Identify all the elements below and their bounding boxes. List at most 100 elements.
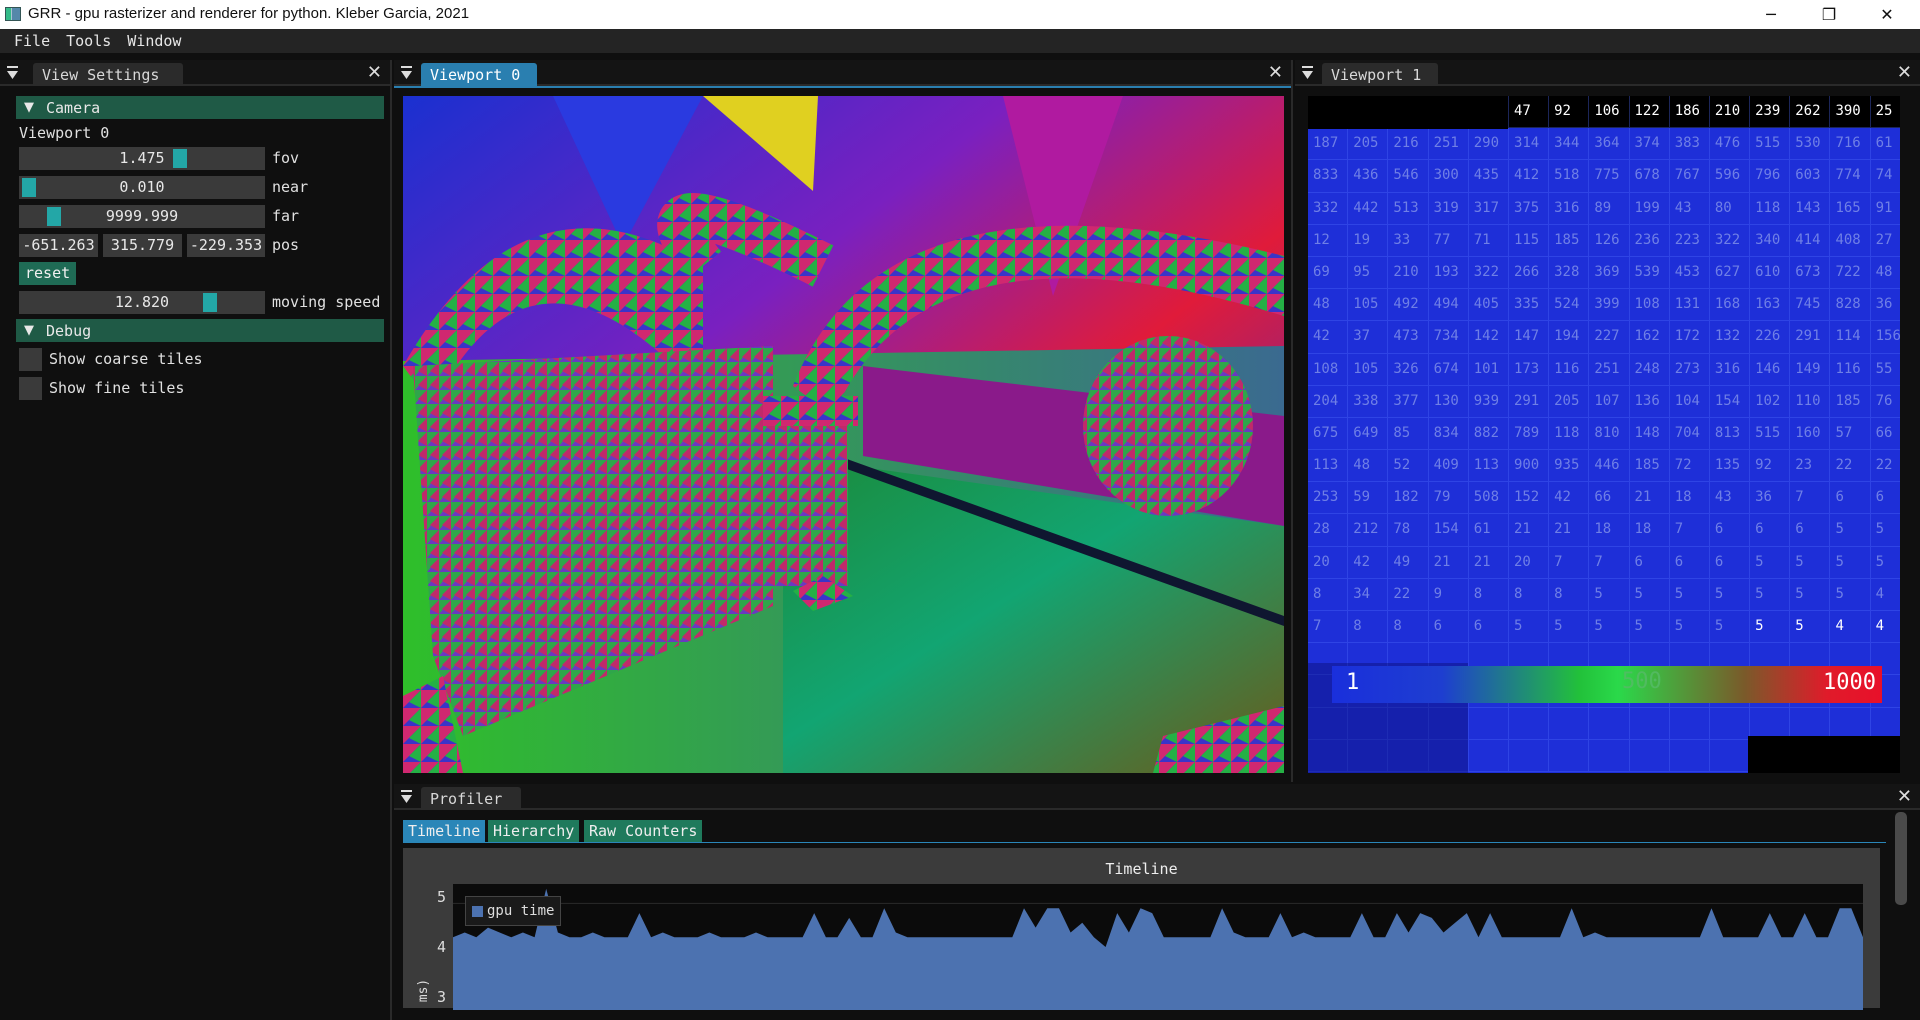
timeline-plot-area[interactable]: gpu time bbox=[453, 884, 1863, 1010]
minimize-button[interactable]: ─ bbox=[1742, 0, 1800, 29]
heat-cell: 136 bbox=[1629, 385, 1670, 418]
heat-cell: 7 bbox=[1790, 482, 1831, 515]
viewport1-heatmap[interactable]: 47 92 106 122 186 210 239 262 390 25 187 205 216 251 2… bbox=[1308, 96, 1900, 773]
heat-cell: 212 bbox=[1348, 514, 1389, 547]
near-slider[interactable]: 0.010 bbox=[19, 176, 265, 199]
pos-x-field[interactable]: -651.263 bbox=[19, 234, 98, 257]
heat-cell: 108 bbox=[1308, 353, 1349, 386]
heat-cell: 374 bbox=[1629, 128, 1670, 161]
show-fine-checkbox[interactable] bbox=[19, 377, 42, 400]
heat-cell: 18 bbox=[1629, 514, 1670, 547]
heat-cell: 322 bbox=[1709, 224, 1751, 257]
moving-speed-slider[interactable]: 12.820 bbox=[19, 291, 265, 314]
slider-grab[interactable] bbox=[173, 149, 187, 168]
reset-button[interactable]: reset bbox=[19, 262, 77, 285]
tab-viewport1[interactable]: Viewport 1 bbox=[1322, 63, 1438, 86]
panel-menu-icon[interactable] bbox=[401, 790, 412, 804]
close-icon[interactable]: ✕ bbox=[1897, 62, 1912, 83]
menu-file[interactable]: File bbox=[14, 32, 50, 50]
heat-cell: 5 bbox=[1790, 546, 1831, 579]
heat-cell: 154 bbox=[1709, 385, 1751, 418]
heat-cell: 42 bbox=[1549, 482, 1590, 515]
slider-grab[interactable] bbox=[47, 207, 61, 226]
panel-menu-icon[interactable] bbox=[7, 66, 18, 80]
pos-y-field[interactable]: 315.779 bbox=[103, 234, 182, 257]
scene-render-image bbox=[403, 96, 1284, 773]
heat-cell bbox=[1629, 707, 1670, 740]
panel-menu-icon[interactable] bbox=[1302, 66, 1313, 80]
heat-cell: 6 bbox=[1468, 611, 1509, 644]
view-settings-header: View Settings ✕ bbox=[0, 60, 390, 86]
close-icon[interactable]: ✕ bbox=[367, 62, 382, 83]
heat-cell: 154 bbox=[1428, 514, 1469, 547]
fov-slider[interactable]: 1.475 bbox=[19, 147, 265, 170]
close-icon[interactable]: ✕ bbox=[1897, 786, 1912, 807]
far-label: far bbox=[272, 207, 300, 225]
y-tick-3: 3 bbox=[437, 988, 447, 1006]
heat-cell bbox=[1709, 707, 1751, 740]
viewport0-render[interactable] bbox=[403, 96, 1284, 773]
heat-cell: 5 bbox=[1589, 578, 1630, 611]
tab-profiler[interactable]: Profiler bbox=[421, 787, 521, 810]
heat-cell: 328 bbox=[1549, 256, 1590, 290]
heat-cell: 105 bbox=[1348, 289, 1389, 322]
view-settings-panel: View Settings ✕ bbox=[0, 60, 392, 1020]
heat-header-cell: 390 bbox=[1830, 96, 1871, 129]
tab-hierarchy[interactable]: Hierarchy bbox=[488, 820, 580, 842]
heat-cell bbox=[1508, 707, 1550, 740]
camera-section-header[interactable]: ▼ Camera bbox=[16, 96, 384, 119]
show-coarse-checkbox[interactable] bbox=[19, 348, 42, 371]
maximize-button[interactable]: ❐ bbox=[1800, 0, 1858, 29]
profiler-scrollbar[interactable] bbox=[1895, 812, 1907, 905]
heat-cell: 326 bbox=[1388, 353, 1429, 386]
heat-cell: 546 bbox=[1388, 160, 1429, 193]
heat-cell: 408 bbox=[1830, 224, 1871, 257]
panel-menu-icon[interactable] bbox=[401, 66, 412, 80]
heat-cell: 74 bbox=[1870, 160, 1900, 193]
heat-cell: 596 bbox=[1709, 160, 1751, 193]
heat-cell bbox=[1669, 707, 1710, 740]
heat-cell: 21 bbox=[1508, 514, 1550, 547]
menu-window[interactable]: Window bbox=[127, 32, 181, 50]
heat-cell: 20 bbox=[1308, 546, 1349, 579]
heat-cell: 5 bbox=[1750, 578, 1791, 611]
heat-cell: 248 bbox=[1629, 353, 1670, 386]
heat-cell: 4 bbox=[1870, 579, 1900, 611]
heat-cell: 5 bbox=[1589, 611, 1630, 644]
close-window-button[interactable]: ✕ bbox=[1858, 0, 1916, 29]
heat-cell: 6 bbox=[1428, 611, 1469, 644]
tab-timeline[interactable]: Timeline bbox=[403, 820, 486, 842]
heat-cell: 168 bbox=[1709, 289, 1751, 322]
heat-cell: 4 bbox=[1870, 611, 1900, 644]
heat-cell: 66 bbox=[1589, 482, 1630, 515]
heat-cell: 216 bbox=[1388, 128, 1429, 161]
heat-cell: 148 bbox=[1629, 417, 1670, 451]
heat-cell: 18 bbox=[1589, 514, 1630, 547]
heat-cell: 95 bbox=[1348, 256, 1389, 290]
menu-tools[interactable]: Tools bbox=[66, 32, 111, 50]
close-icon[interactable]: ✕ bbox=[1268, 62, 1283, 83]
far-slider[interactable]: 9999.999 bbox=[19, 205, 265, 228]
heat-cell bbox=[1750, 707, 1791, 740]
heat-cell: 79 bbox=[1428, 482, 1469, 515]
heat-cell: 28 bbox=[1308, 514, 1349, 547]
heat-cell: 108 bbox=[1629, 289, 1670, 322]
heat-cell: 116 bbox=[1830, 353, 1871, 386]
heat-cell: 774 bbox=[1830, 160, 1871, 193]
tab-view-settings[interactable]: View Settings bbox=[33, 63, 183, 86]
debug-section-header[interactable]: ▼ Debug bbox=[16, 319, 384, 342]
tab-raw-counters[interactable]: Raw Counters bbox=[584, 820, 703, 842]
heat-cell: 72 bbox=[1669, 450, 1710, 483]
heat-cell: 939 bbox=[1468, 385, 1509, 418]
slider-grab[interactable] bbox=[22, 178, 36, 197]
heat-cell: 78 bbox=[1388, 514, 1429, 547]
heat-cell: 146 bbox=[1750, 353, 1791, 386]
heat-cell: 253 bbox=[1308, 482, 1349, 515]
heat-header-cell: 186 bbox=[1669, 96, 1710, 129]
tab-viewport0[interactable]: Viewport 0 bbox=[421, 63, 537, 86]
heat-cell: 332 bbox=[1308, 192, 1349, 225]
heat-cell: 316 bbox=[1709, 353, 1751, 386]
pos-z-field[interactable]: -229.353 bbox=[187, 234, 265, 257]
heat-cell: 236 bbox=[1629, 224, 1670, 257]
slider-grab[interactable] bbox=[203, 293, 217, 312]
